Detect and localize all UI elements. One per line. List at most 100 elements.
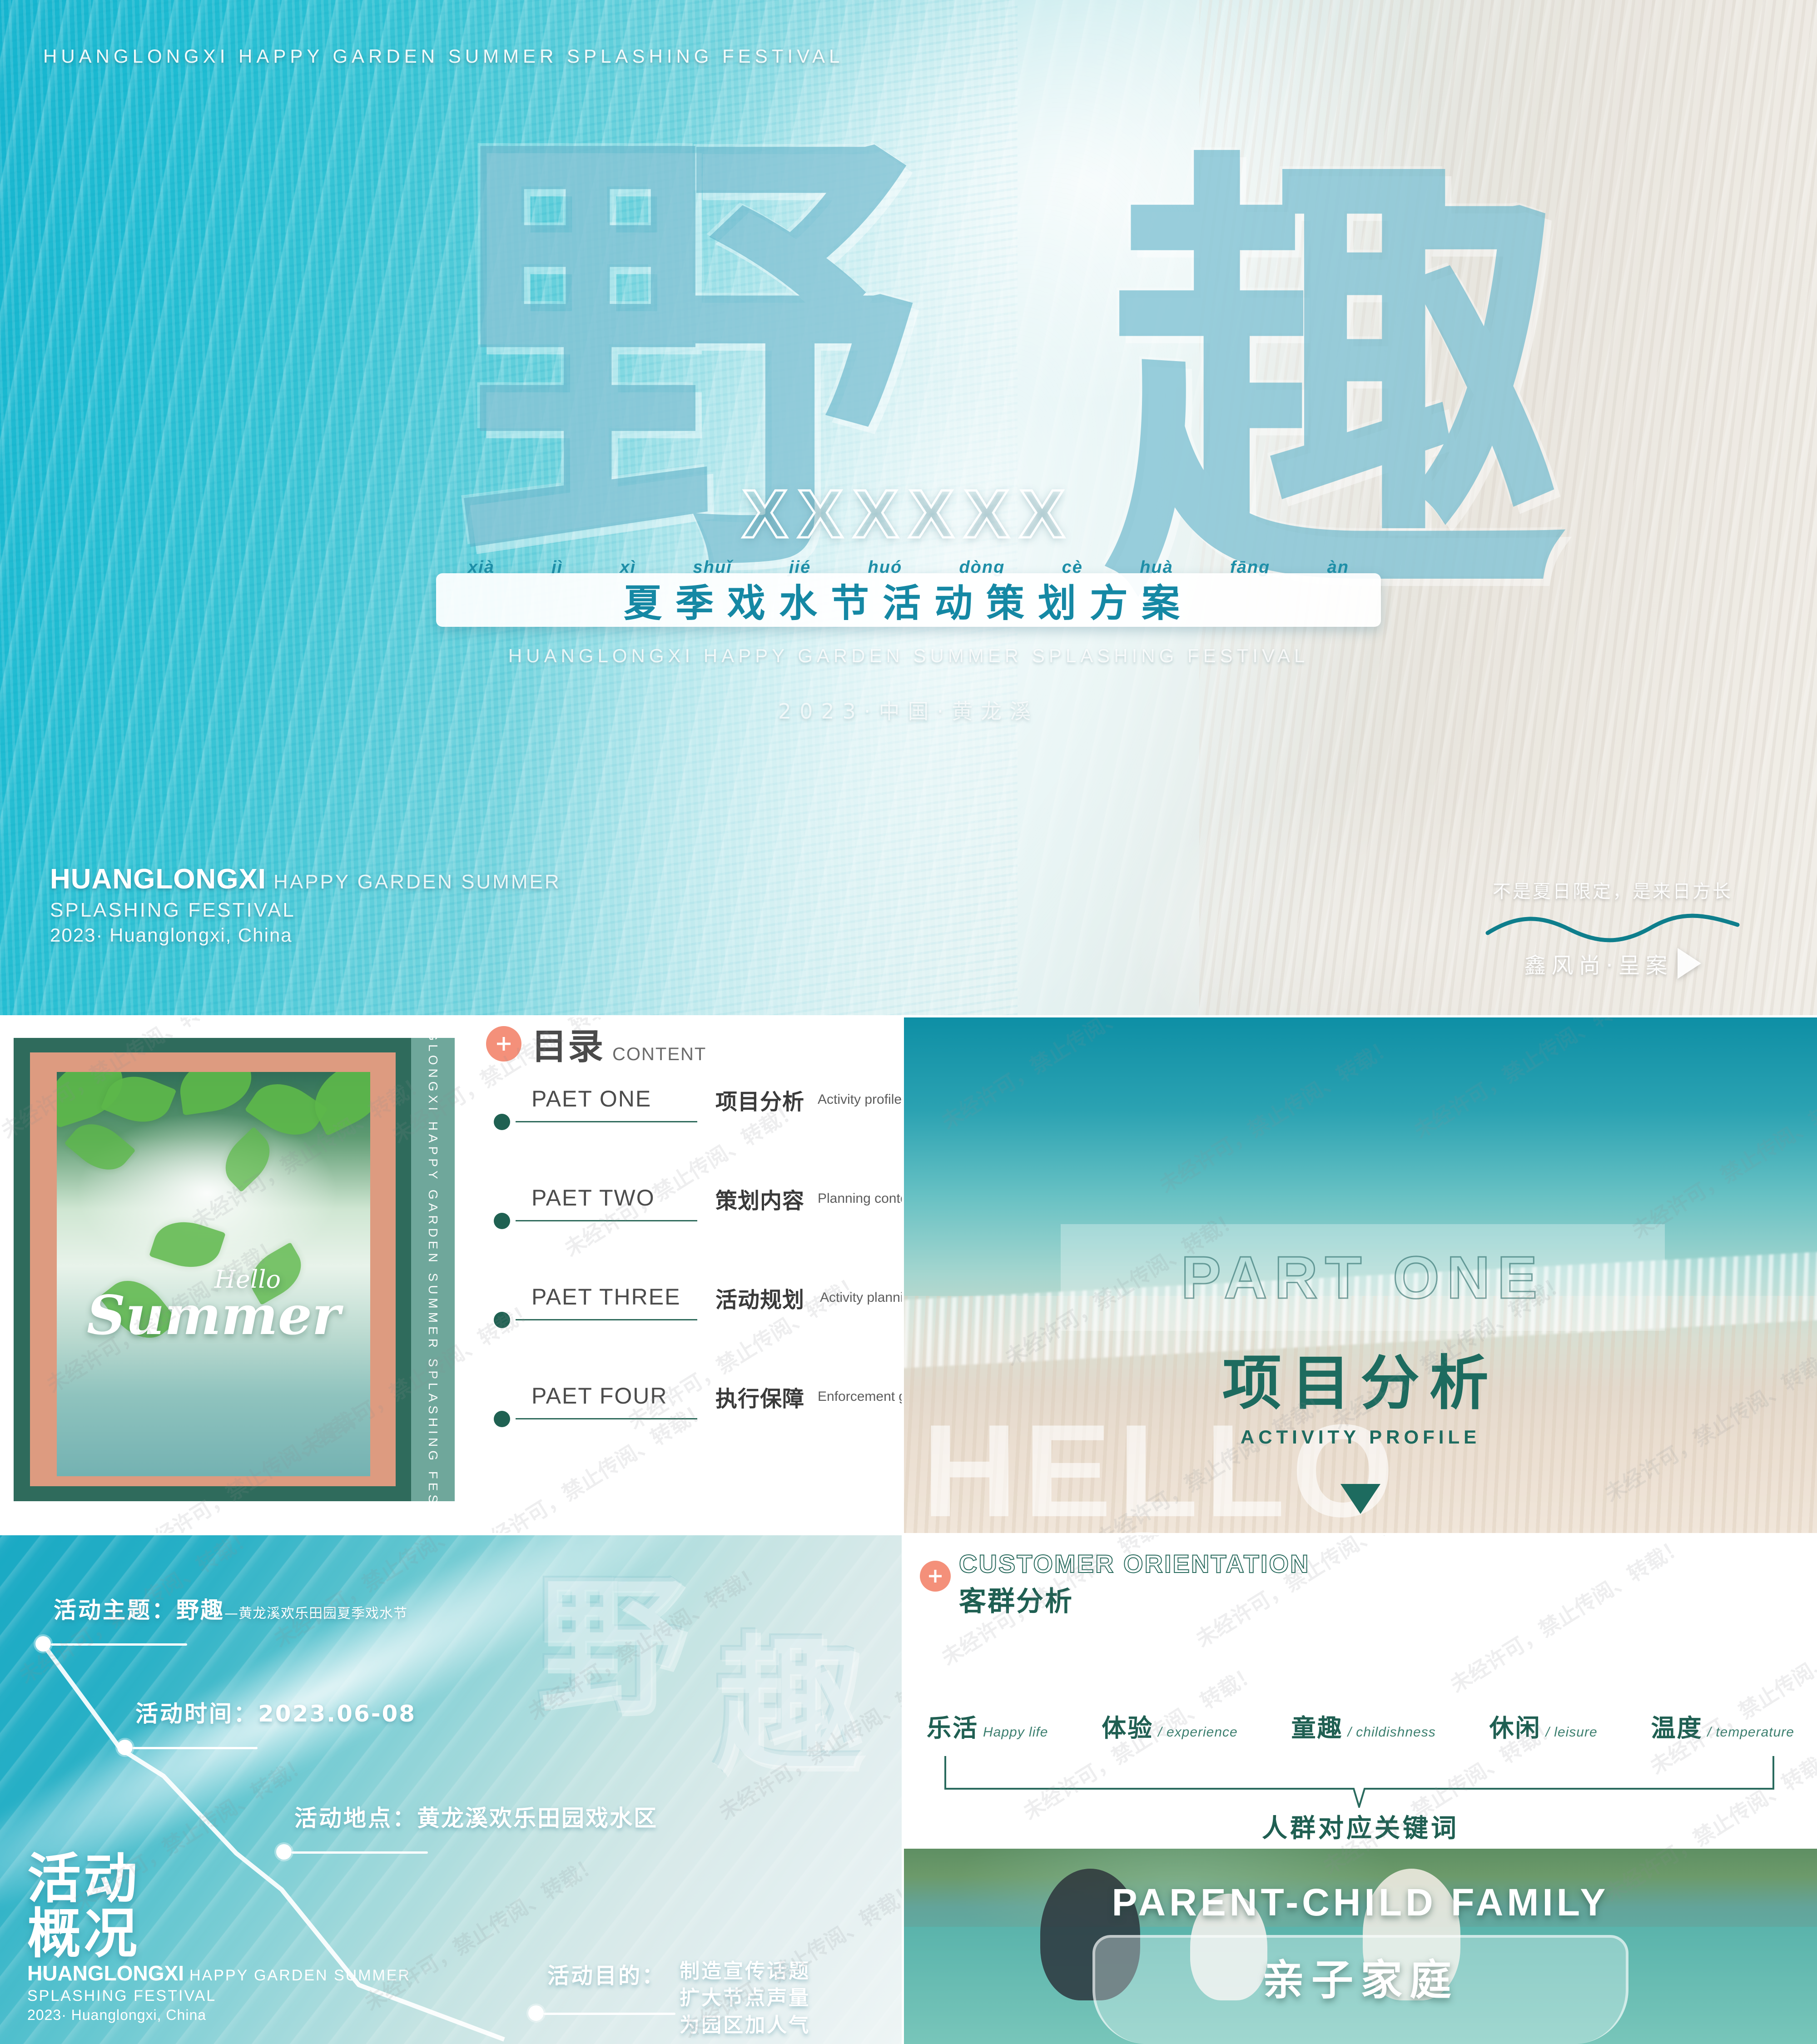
toc-item-chinese: 项目分析 bbox=[715, 1089, 805, 1115]
down-triangle-icon[interactable] bbox=[1340, 1484, 1380, 1514]
overview-purpose-line-2: 扩大节点声量 bbox=[680, 1986, 811, 2010]
overview-emboss-glyph-ye: 野 bbox=[536, 1559, 686, 1734]
overview-title-line-1: 活动 bbox=[27, 1847, 140, 1910]
customer-heading-texts: CUSTOMER ORIENTATION 客群分析 bbox=[958, 1549, 1310, 1619]
customer-photo: PARENT-CHILD FAMILY 亲子家庭 bbox=[904, 1849, 1817, 2044]
toc-vertical-strip-text: HUANGLONGXI HAPPY GARDEN SUMMER SPLASHIN… bbox=[426, 1017, 440, 1533]
leaf-decoration bbox=[214, 1126, 281, 1192]
customer-keyword-row: 乐活 Happy life 体验 / experience 童趣 / childish… bbox=[927, 1708, 1794, 1744]
cover-brand-line2: SPLASHING FESTIVAL bbox=[50, 899, 296, 921]
cover-signature-block: 鑫风尚·呈案 bbox=[1467, 948, 1758, 979]
overview-row-value: 野趣 bbox=[176, 1597, 224, 1623]
customer-keyword-chinese: 乐活 bbox=[927, 1714, 978, 1742]
toc-item-rule bbox=[516, 1220, 697, 1221]
overview-node-dot bbox=[528, 2005, 544, 2021]
toc-item-chinese: 策划内容 bbox=[715, 1188, 805, 1214]
presentation-deck: HUANGLONGXI HAPPY GARDEN SUMMER SPLASHIN… bbox=[0, 0, 1817, 2044]
customer-brace-label: 人群对应关键词 bbox=[1262, 1814, 1459, 1843]
cover-brand-line3: 2023· Huanglongxi, China bbox=[50, 924, 293, 946]
customer-keyword-english: / childishness bbox=[1347, 1725, 1436, 1740]
part-title-chinese: 项目分析 bbox=[1222, 1349, 1499, 1418]
overview-row-key: 活动时间： bbox=[135, 1701, 258, 1727]
overview-brand-line3: 2023· Huanglongxi, China bbox=[27, 2007, 207, 2023]
toc-item-english: Activity planning bbox=[820, 1290, 902, 1305]
toc-item-one[interactable]: PAET ONE 项目分析 Activity profile bbox=[488, 1086, 902, 1185]
toc-item-label: PAET FOUR bbox=[531, 1383, 668, 1409]
overview-purpose-lines: 制造宣传话题 扩大节点声量 为园区加人气 bbox=[680, 1958, 810, 2039]
toc-item-two[interactable]: PAET TWO 策划内容 Planning content bbox=[488, 1185, 902, 1284]
cover-subtitle-english: HUANGLONGXI HAPPY GARDEN SUMMER SPLASHIN… bbox=[508, 645, 1309, 666]
toc-item-label: PAET THREE bbox=[531, 1284, 681, 1310]
plus-icon bbox=[920, 1561, 951, 1592]
cover-brand-block: HUANGLONGXI HAPPY GARDEN SUMMER SPLASHIN… bbox=[50, 863, 640, 946]
overview-row-value: 黄龙溪欢乐田园戏水区 bbox=[417, 1805, 658, 1831]
customer-keyword-english: / leisure bbox=[1545, 1725, 1598, 1740]
customer-keyword-chinese: 休闲 bbox=[1489, 1714, 1541, 1742]
customer-keyword-5: 温度 / temperature bbox=[1651, 1708, 1794, 1744]
customer-heading-chinese: 客群分析 bbox=[959, 1586, 1073, 1617]
toc-item-rule bbox=[516, 1319, 697, 1320]
customer-keyword-english: / experience bbox=[1158, 1725, 1238, 1740]
overview-node-dot bbox=[35, 1636, 51, 1652]
overview-row-place: 活动地点：黄龙溪欢乐田园戏水区 bbox=[294, 1800, 658, 1833]
curly-brace-icon bbox=[944, 1756, 1774, 1808]
customer-keyword-chinese: 童趣 bbox=[1291, 1714, 1343, 1742]
toc-heading: 目录 CONTENT bbox=[486, 1018, 706, 1069]
customer-keyword-1: 乐活 Happy life bbox=[927, 1708, 1048, 1744]
overview-brand-light: HAPPY GARDEN SUMMER bbox=[189, 1967, 411, 1984]
slide-cover: HUANGLONGXI HAPPY GARDEN SUMMER SPLASHIN… bbox=[0, 0, 1817, 1015]
customer-heading: CUSTOMER ORIENTATION 客群分析 bbox=[920, 1549, 1310, 1619]
slide-table-of-contents: Hello Summer HUANGLONGXI HAPPY GARDEN SU… bbox=[0, 1017, 902, 1533]
part-label-box: PART ONE bbox=[1061, 1224, 1665, 1331]
toc-item-list: PAET ONE 项目分析 Activity profile PAET TWO … bbox=[488, 1086, 902, 1482]
cover-brand-strong: HUANGLONGXI bbox=[50, 863, 266, 895]
toc-item-english: Activity profile bbox=[818, 1092, 902, 1107]
toc-item-dot-icon bbox=[494, 1411, 510, 1427]
toc-heading-chinese: 目录 bbox=[531, 1027, 605, 1067]
overview-row-key: 活动主题： bbox=[54, 1597, 176, 1623]
overview-brand-strong: HUANGLONGXI bbox=[27, 1961, 184, 1985]
slide-part-one: HELLO SUMMER PART ONE 项目分析 ACTIVITY PROF… bbox=[904, 1017, 1817, 1533]
toc-vertical-strip: HUANGLONGXI HAPPY GARDEN SUMMER SPLASHIN… bbox=[411, 1017, 455, 1533]
customer-keyword-3: 童趣 / childishness bbox=[1291, 1708, 1436, 1744]
customer-keyword-chinese: 温度 bbox=[1651, 1714, 1703, 1742]
overview-row-theme: 活动主题：野趣—黄龙溪欢乐田园夏季戏水节 bbox=[54, 1592, 407, 1625]
plus-icon bbox=[486, 1026, 521, 1062]
cover-main-title: 夏季戏水节活动策划方案 bbox=[623, 580, 1193, 625]
slide-activity-overview: 野 趣 活动主题：野趣—黄龙溪欢乐田园夏季戏水节 活动时间：2023.06-08… bbox=[0, 1535, 902, 2044]
customer-photo-english: PARENT-CHILD FAMILY bbox=[1112, 1881, 1609, 1924]
toc-summer-photo: Hello Summer bbox=[57, 1072, 370, 1476]
overview-brand-block: 活动 概况 HUANGLONGXI HAPPY GARDEN SUMMER SP… bbox=[27, 1851, 411, 2024]
cover-masked-name: XXXXXX bbox=[741, 475, 1075, 553]
cover-title-bar: 夏季戏水节活动策划方案 bbox=[436, 573, 1381, 627]
toc-item-four[interactable]: PAET FOUR 执行保障 Enforcement guarantee bbox=[488, 1383, 902, 1482]
toc-item-three[interactable]: PAET THREE 活动规划 Activity planning bbox=[488, 1284, 902, 1383]
overview-node-dot bbox=[117, 1740, 133, 1755]
toc-summer-word: Summer bbox=[87, 1284, 340, 1347]
customer-keyword-chinese: 体验 bbox=[1102, 1714, 1154, 1742]
cover-top-banner-text: HUANGLONGXI HAPPY GARDEN SUMMER SPLASHIN… bbox=[43, 45, 844, 67]
overview-purpose-block: 活动目的： 制造宣传话题 扩大节点声量 为园区加人气 bbox=[547, 1958, 810, 2039]
customer-keyword-2: 体验 / experience bbox=[1102, 1708, 1237, 1744]
overview-node-rule bbox=[51, 1643, 187, 1646]
customer-keyword-english: / temperature bbox=[1707, 1725, 1794, 1740]
cover-brand-light: HAPPY GARDEN SUMMER bbox=[273, 871, 561, 893]
slide-customer-orientation: CUSTOMER ORIENTATION 客群分析 乐活 Happy life 体… bbox=[904, 1535, 1817, 2044]
cover-tagline-text: 不是夏日限定，是来日方长 bbox=[1493, 881, 1733, 902]
customer-keyword-4: 休闲 / leisure bbox=[1489, 1708, 1598, 1744]
toc-item-dot-icon bbox=[494, 1213, 510, 1229]
toc-item-english: Planning content bbox=[818, 1191, 902, 1206]
toc-item-label: PAET ONE bbox=[531, 1086, 652, 1111]
overview-row-time: 活动时间：2023.06-08 bbox=[135, 1696, 416, 1728]
toc-item-rule bbox=[516, 1418, 697, 1419]
toc-heading-english: CONTENT bbox=[612, 1044, 707, 1064]
customer-heading-english: CUSTOMER ORIENTATION bbox=[958, 1549, 1310, 1578]
toc-item-chinese: 执行保障 bbox=[715, 1386, 805, 1412]
toc-item-label: PAET TWO bbox=[531, 1185, 655, 1211]
toc-item-chinese: 活动规划 bbox=[715, 1287, 805, 1313]
toc-item-english: Enforcement guarantee bbox=[818, 1389, 902, 1404]
toc-hello-summer-lettering: Hello Summer bbox=[57, 1265, 370, 1347]
overview-title-line-2: 概况 bbox=[27, 1902, 140, 1965]
overview-emboss-glyph-qu: 趣 bbox=[713, 1618, 863, 1793]
play-triangle-icon bbox=[1677, 948, 1701, 979]
